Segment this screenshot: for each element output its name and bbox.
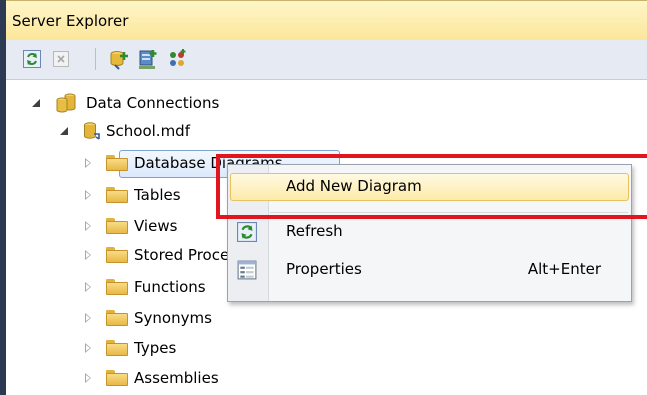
folder-icon [106,310,128,326]
menu-item-refresh[interactable]: Refresh [228,216,631,248]
panel-title-bar[interactable]: Server Explorer [6,0,647,40]
properties-icon [237,260,257,280]
folder-icon [106,370,128,386]
tree-node-types[interactable]: Types [82,335,176,361]
menu-item-label: Refresh [286,222,343,240]
connect-to-database-icon [110,51,128,70]
stop-icon [53,51,69,67]
tree-node-label: Types [134,339,177,357]
collapse-arrow-icon[interactable] [30,97,42,109]
connect-to-server-icon [139,50,157,69]
menu-item-add-new-diagram[interactable]: Add New Diagram [228,171,631,203]
folder-icon [106,247,128,263]
tree-node-label: Functions [134,278,206,296]
connect-to-sharepoint-button[interactable] [166,48,188,70]
menu-item-label: Properties [286,260,362,278]
tree-node-label: Views [134,217,178,235]
folder-icon [106,218,128,234]
tree-node-label: School.mdf [106,122,190,140]
menu-item-properties[interactable]: Properties Alt+Enter [228,254,631,286]
toolbar [6,40,647,80]
connect-to-sharepoint-icon [170,49,186,66]
refresh-button[interactable] [21,48,43,70]
tree-node-label: Data Connections [86,94,220,112]
tree-node-data-connections[interactable]: Data Connections [30,90,219,116]
refresh-icon [237,222,257,242]
tree-node-assemblies[interactable]: Assemblies [82,365,219,391]
toolbar-separator [95,48,96,70]
tree-node-tables[interactable]: Tables [82,182,181,208]
expand-arrow-icon[interactable] [82,342,94,354]
stop-button[interactable] [50,48,72,70]
folder-icon [106,155,128,171]
tree-node-school-mdf[interactable]: School.mdf [58,118,190,144]
expand-arrow-icon[interactable] [82,281,94,293]
folder-icon [106,279,128,295]
menu-item-shortcut: Alt+Enter [527,260,601,278]
menu-separator [270,212,628,213]
expand-arrow-icon[interactable] [82,189,94,201]
expand-arrow-icon[interactable] [82,249,94,261]
menu-item-label: Add New Diagram [286,177,422,195]
tree-node-label: Synonyms [134,309,212,327]
expand-arrow-icon[interactable] [82,312,94,324]
data-connections-icon [56,93,76,113]
tree-node-functions[interactable]: Functions [82,274,206,300]
refresh-icon [23,50,41,68]
expand-arrow-icon[interactable] [82,220,94,232]
tree-node-views[interactable]: Views [82,213,177,239]
context-menu: Add New Diagram Refresh Properties Alt+E… [227,164,632,302]
collapse-arrow-icon[interactable] [58,125,70,137]
expand-arrow-icon[interactable] [82,372,94,384]
folder-icon [106,340,128,356]
connect-to-database-button[interactable] [108,48,130,70]
expand-arrow-icon[interactable] [82,157,94,169]
tree-node-synonyms[interactable]: Synonyms [82,305,212,331]
tree-node-label: Assemblies [134,369,219,387]
tree-node-label: Tables [134,186,181,204]
database-icon [84,122,100,140]
panel-title: Server Explorer [12,12,129,30]
folder-icon [106,187,128,203]
connect-to-server-button[interactable] [137,48,159,70]
